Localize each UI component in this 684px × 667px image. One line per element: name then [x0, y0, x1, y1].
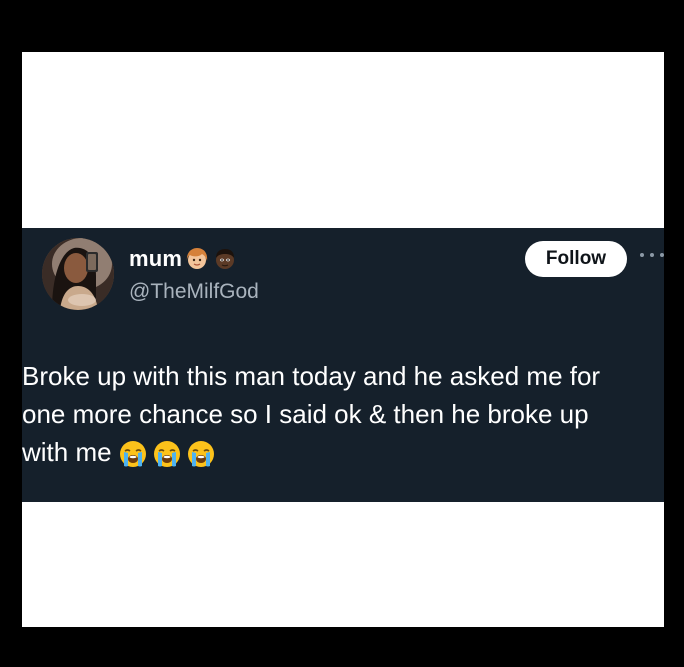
tweet-text-line-1: Broke up with this man today and he aske…: [22, 361, 601, 391]
boy-face-emoji-icon: [212, 246, 238, 272]
crying-emoji-group: [118, 439, 216, 469]
tweet-text: Broke up with this man today and he aske…: [22, 357, 662, 471]
more-options-icon[interactable]: [640, 250, 664, 260]
user-handle[interactable]: @TheMilfGod: [129, 280, 259, 304]
tweet-text-line-3: with me: [22, 437, 112, 467]
user-name[interactable]: mum: [129, 246, 182, 272]
loudly-crying-face-icon: [119, 441, 146, 468]
avatar-photo: [42, 238, 114, 310]
loudly-crying-face-icon: [153, 441, 180, 468]
follow-button[interactable]: Follow: [525, 241, 627, 277]
tweet-text-line-2: one more chance so I said ok & then he b…: [22, 399, 589, 429]
tweet-card: mum @TheMilfGod Follow Broke up with thi…: [22, 228, 664, 502]
loudly-crying-face-icon: [187, 441, 214, 468]
user-name-row: mum: [129, 246, 238, 272]
avatar[interactable]: [42, 238, 114, 310]
girl-face-emoji-icon: [184, 246, 210, 272]
